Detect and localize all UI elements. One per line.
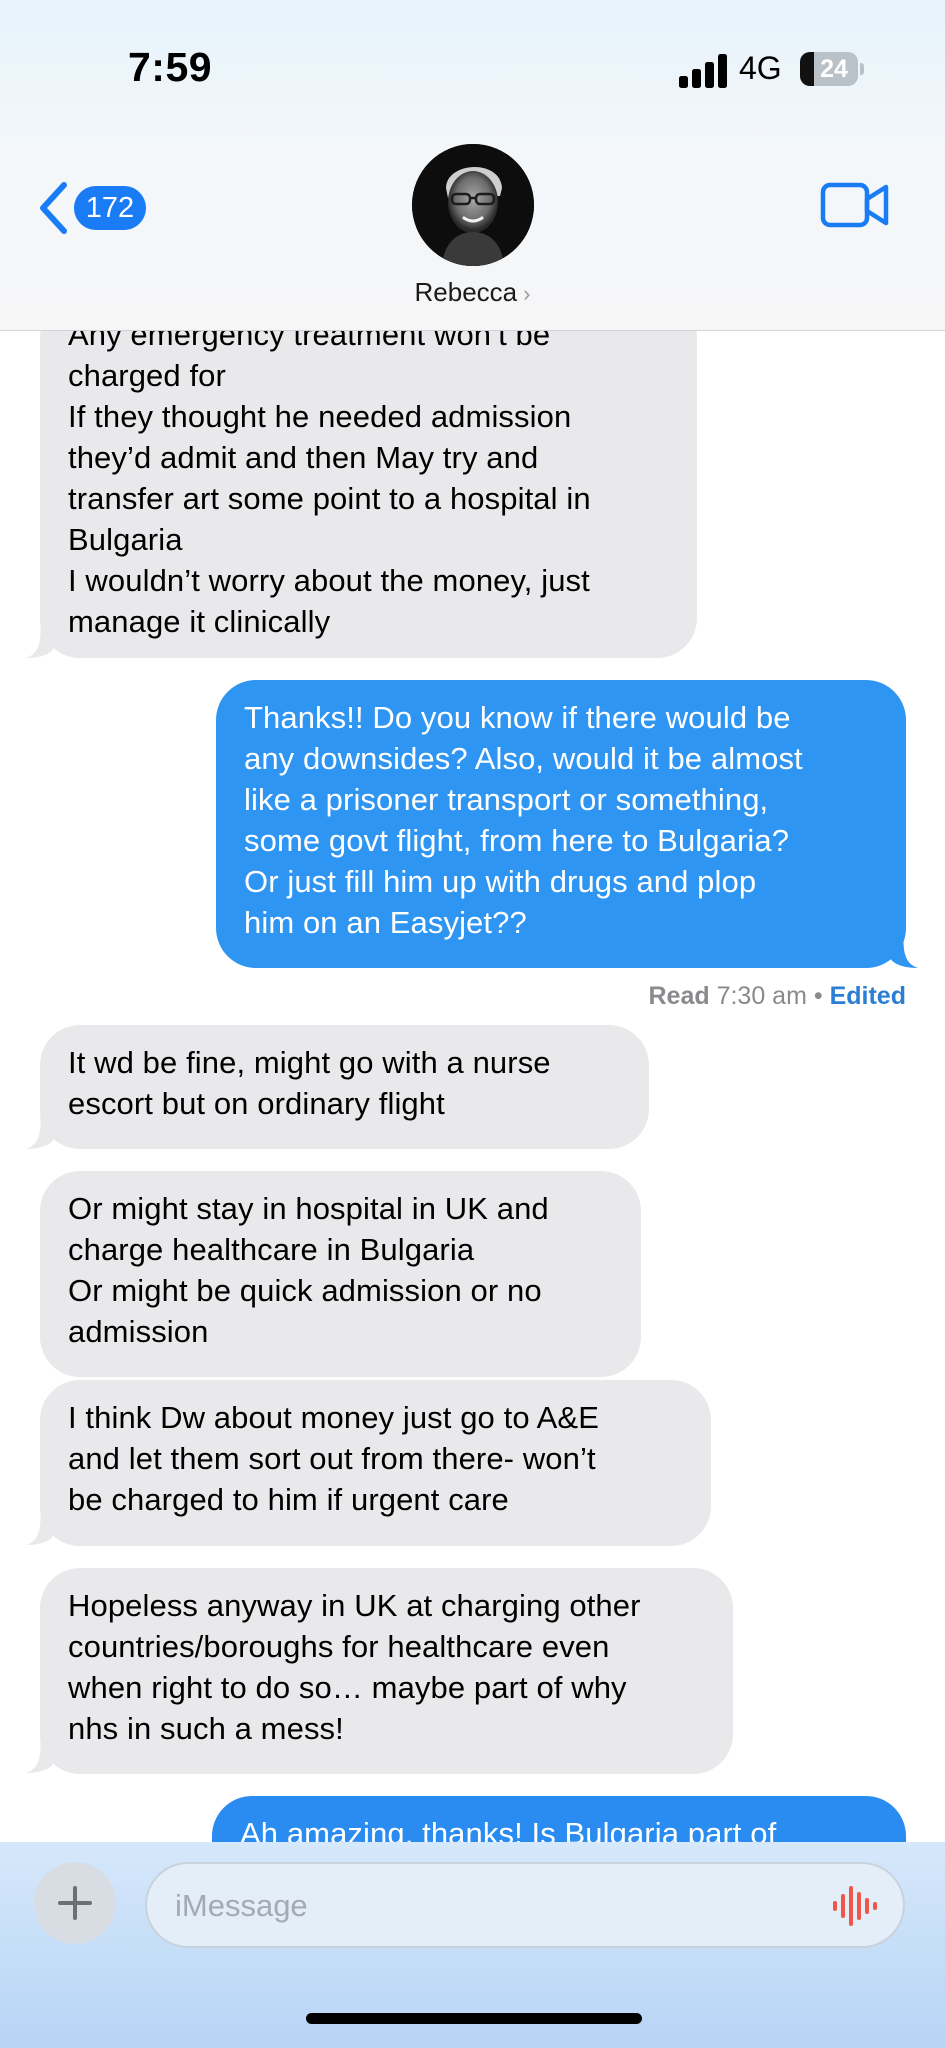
bubble-tail <box>26 1507 54 1545</box>
message-line: It wd be fine, might go with a nurse <box>68 1045 551 1080</box>
audio-waveform-icon[interactable] <box>833 1886 877 1926</box>
message-line: transfer art some point to a hospital in <box>68 481 591 516</box>
message-line: I think Dw about money just go to A&E <box>68 1400 599 1435</box>
contact-name[interactable]: Rebecca › <box>0 277 945 308</box>
read-receipt: Read 7:30 am • Edited <box>648 980 906 1012</box>
message-line: If they thought he needed admission <box>68 399 572 434</box>
bubble-tail <box>26 1111 54 1149</box>
receipt-separator: • <box>813 982 823 1010</box>
message-line: charged for <box>68 358 226 393</box>
facetime-video-button[interactable] <box>820 180 890 230</box>
battery-icon: 24 <box>800 52 864 86</box>
message-line: be charged to him if urgent care <box>68 1482 509 1517</box>
read-label: Read <box>648 982 710 1010</box>
message-line: escort but on ordinary flight <box>68 1086 445 1121</box>
message-line: Or might stay in hospital in UK and <box>68 1191 549 1226</box>
chevron-right-icon: › <box>523 281 531 306</box>
contact-avatar[interactable] <box>412 144 534 266</box>
contact-name-label: Rebecca <box>414 277 518 307</box>
battery-level: 24 <box>820 55 848 83</box>
apps-plus-button[interactable] <box>34 1862 116 1944</box>
message-bubble-received[interactable]: Any emergency treatment won’t be charged… <box>40 298 697 658</box>
message-bubble-received[interactable]: Hopeless anyway in UK at charging other … <box>40 1568 733 1774</box>
message-line: Or just fill him up with drugs and plop <box>244 864 757 899</box>
message-line: Bulgaria <box>68 522 183 557</box>
home-indicator[interactable] <box>306 2013 642 2024</box>
message-line: countries/boroughs for healthcare even <box>68 1629 610 1664</box>
bubble-tail <box>890 930 918 968</box>
message-line: Thanks!! Do you know if there would be <box>244 700 791 735</box>
message-line: Hopeless anyway in UK at charging other <box>68 1588 641 1623</box>
back-button[interactable]: 172 <box>38 180 153 236</box>
status-bar-time: 7:59 <box>128 44 213 90</box>
bubble-tail <box>26 620 54 658</box>
read-time: 7:30 am <box>716 982 807 1010</box>
chevron-left-icon <box>40 182 67 234</box>
message-input-field[interactable] <box>145 1862 905 1948</box>
message-line: him on an Easyjet?? <box>244 905 527 940</box>
message-line: manage it clinically <box>68 604 331 639</box>
message-line: like a prisoner transport or something, <box>244 782 769 817</box>
message-line: Or might be quick admission or no <box>68 1273 542 1308</box>
message-line: admission <box>68 1314 209 1349</box>
message-line: when right to do so… maybe part of why <box>68 1670 627 1705</box>
avatar-photo <box>412 144 534 266</box>
message-bubble-received[interactable]: It wd be fine, might go with a nurse esc… <box>40 1025 649 1149</box>
message-line: any downsides? Also, would it be almost <box>244 741 803 776</box>
message-composer <box>0 1842 945 2048</box>
message-bubble-received[interactable]: I think Dw about money just go to A&E an… <box>40 1380 711 1546</box>
message-bubble-received[interactable]: Or might stay in hospital in UK and char… <box>40 1171 641 1377</box>
message-line: I wouldn’t worry about the money, just <box>68 563 590 598</box>
unread-count-badge: 172 <box>74 186 146 230</box>
cellular-signal-icon <box>679 54 727 88</box>
conversation-header: 7:59 4G 24 172 Rebecca › <box>0 0 945 331</box>
message-line: some govt flight, from here to Bulgaria? <box>244 823 790 858</box>
message-line: and let them sort out from there- won’t <box>68 1441 596 1476</box>
network-type: 4G <box>739 50 782 86</box>
message-input[interactable] <box>173 1864 817 1948</box>
message-line: nhs in such a mess! <box>68 1711 344 1746</box>
bubble-tail <box>26 1735 54 1773</box>
message-line: charge healthcare in Bulgaria <box>68 1232 475 1267</box>
message-bubble-sent[interactable]: Thanks!! Do you know if there would be a… <box>216 680 906 968</box>
video-camera-icon <box>820 182 889 228</box>
plus-icon <box>58 1886 92 1920</box>
message-line: they’d admit and then May try and <box>68 440 539 475</box>
edited-label[interactable]: Edited <box>830 982 906 1010</box>
